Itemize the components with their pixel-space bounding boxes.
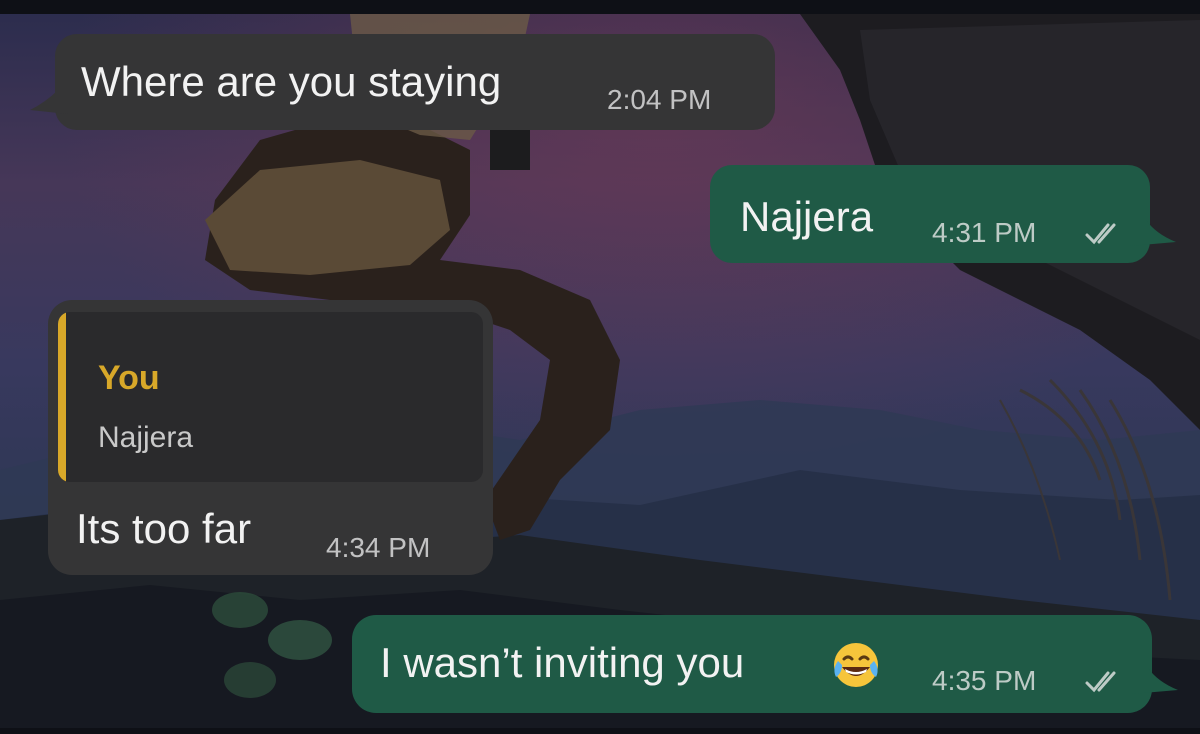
top-edge	[0, 0, 1200, 14]
quoted-message[interactable]: You Najjera	[58, 312, 483, 482]
message-text: Where are you staying	[81, 58, 502, 105]
message-incoming-reply[interactable]: You Najjera Its too far 4:34 PM	[48, 300, 493, 575]
message-outgoing[interactable]: I wasn’t inviting you 4:35 PM	[352, 615, 1152, 713]
message-time: 4:35 PM	[932, 665, 1037, 696]
message-time: 4:34 PM	[326, 532, 431, 563]
chat-view: Where are you staying 2:04 PM Najjera 4:…	[0, 0, 1200, 734]
bubble-tail	[1132, 668, 1178, 694]
quote-author: You	[98, 359, 160, 397]
quote-accent-bar	[58, 312, 66, 482]
message-text: Its too far	[76, 505, 252, 552]
bubble-tail	[1130, 220, 1176, 246]
message-outgoing[interactable]: Najjera 4:31 PM	[710, 165, 1150, 263]
message-text: Najjera	[740, 193, 874, 240]
face-with-tears-of-joy-icon	[834, 643, 878, 687]
message-time: 4:31 PM	[932, 217, 1037, 248]
quote-text: Najjera	[98, 421, 194, 454]
message-text: I wasn’t inviting you	[380, 639, 745, 686]
bottom-edge	[0, 728, 1200, 734]
double-check-icon	[1085, 671, 1116, 693]
message-time: 2:04 PM	[607, 84, 712, 115]
double-check-icon	[1085, 223, 1116, 245]
bubble-tail	[30, 90, 68, 114]
message-incoming[interactable]: Where are you staying 2:04 PM	[55, 34, 775, 130]
